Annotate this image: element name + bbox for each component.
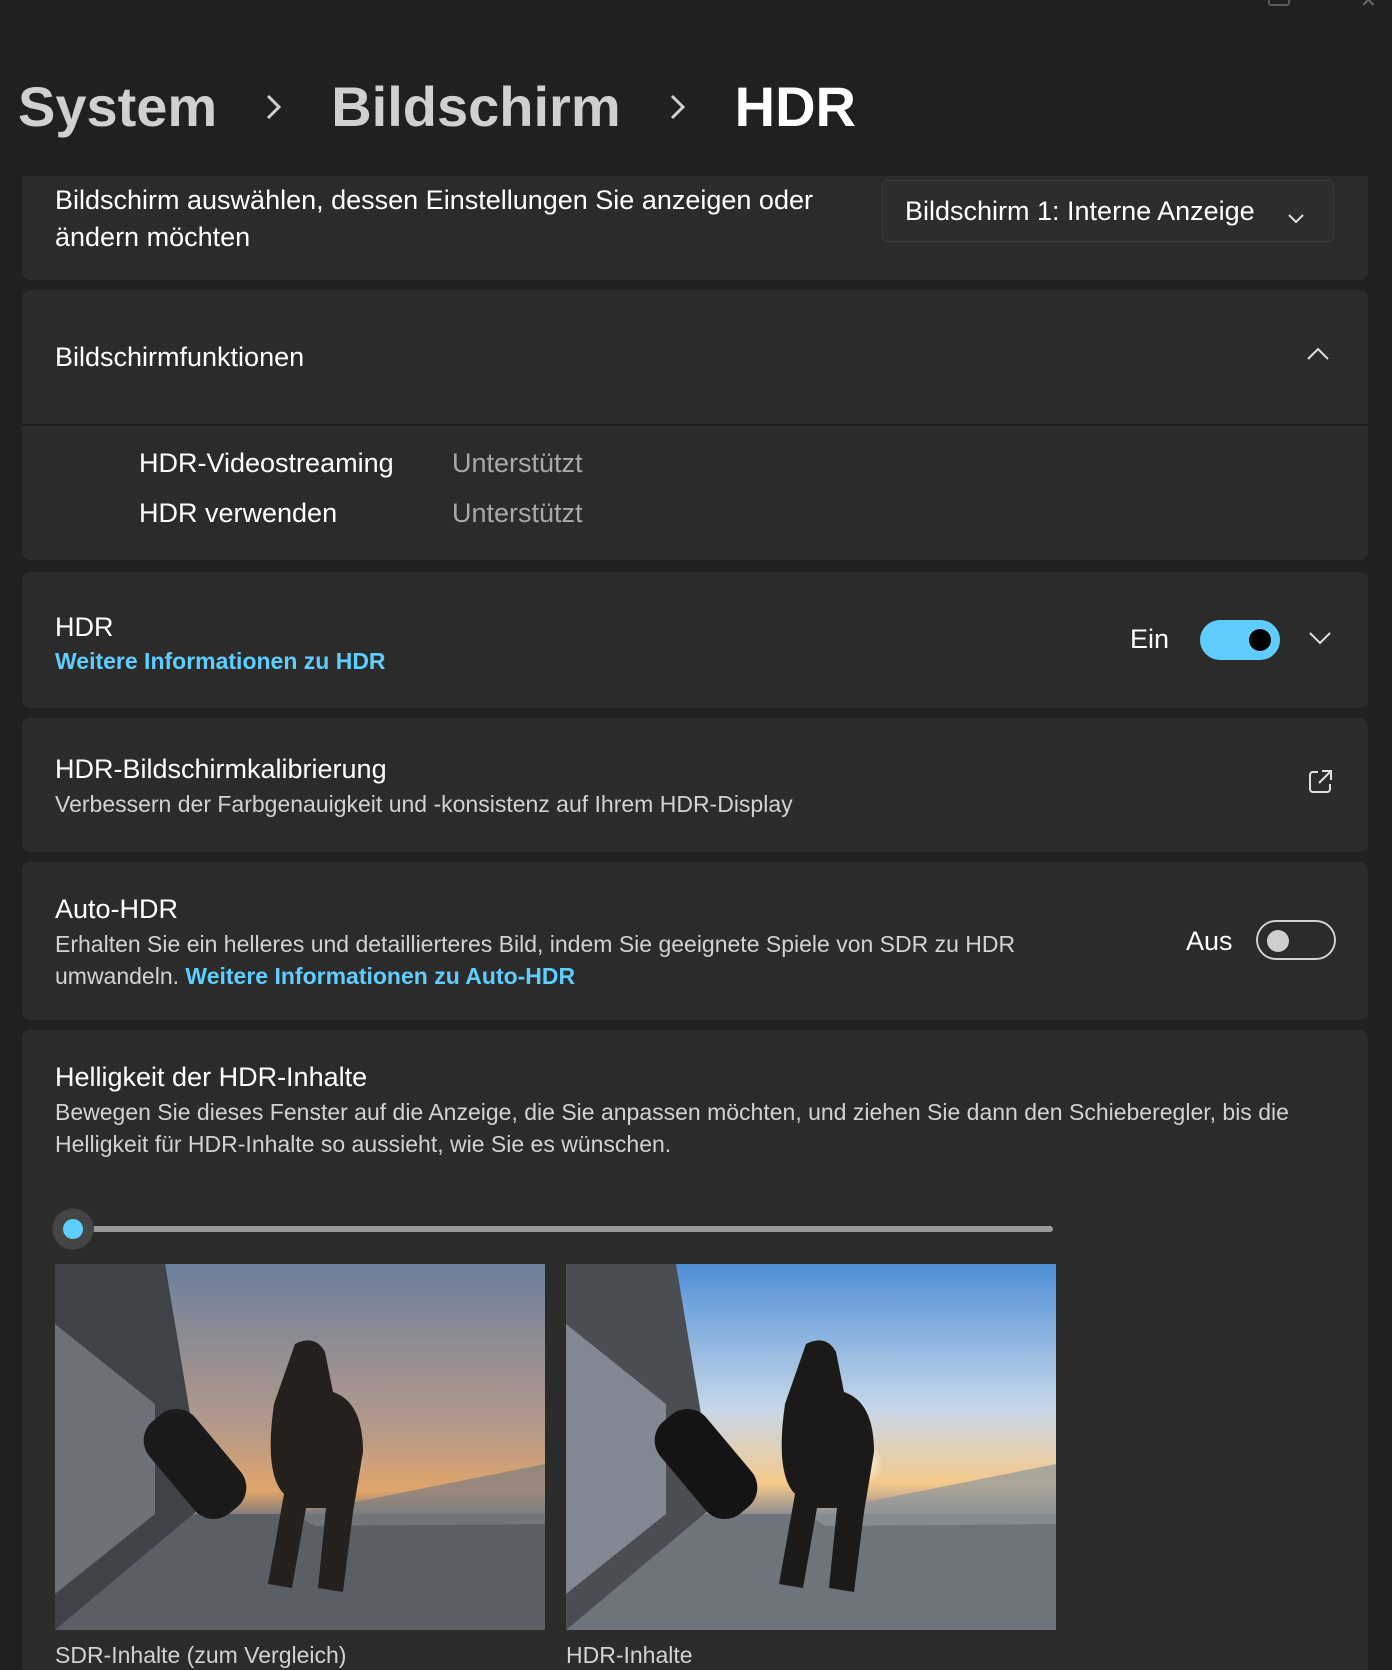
hdr-toggle[interactable]	[1200, 620, 1280, 660]
chevron-down-icon	[1287, 201, 1305, 232]
hdr-caption: HDR-Inhalte	[566, 1642, 693, 1668]
display-features-title: Bildschirmfunktionen	[55, 342, 305, 372]
page-title: HDR	[734, 75, 856, 138]
hdr-info-link[interactable]: Weitere Informationen zu HDR	[55, 648, 386, 675]
maximize-button[interactable]	[1268, 0, 1290, 6]
brightness-slider-thumb[interactable]	[53, 1209, 93, 1249]
sdr-preview-image	[55, 1264, 545, 1630]
hdr-preview-image	[566, 1264, 1056, 1630]
toggle-knob	[1249, 629, 1271, 651]
brightness-title: Helligkeit der HDR-Inhalte	[55, 1062, 368, 1092]
display-dropdown-value: Bildschirm 1: Interne Anzeige	[905, 195, 1255, 226]
calibration-title: HDR-Bildschirmkalibrierung	[55, 754, 387, 784]
display-features-card: Bildschirmfunktionen HDR-Videostreaming …	[22, 290, 1368, 560]
display-select-card: Bildschirm auswählen, dessen Einstellung…	[22, 176, 1368, 280]
auto-hdr-state-label: Aus	[1186, 926, 1233, 956]
hdr-card: HDR Weitere Informationen zu HDR Ein	[22, 572, 1368, 708]
auto-hdr-title: Auto-HDR	[55, 894, 179, 924]
hdr-state-label: Ein	[1130, 624, 1170, 654]
feature-name: HDR-Videostreaming	[139, 448, 394, 478]
display-select-label: Bildschirm auswählen, dessen Einstellung…	[55, 185, 813, 252]
chevron-right-icon	[253, 86, 295, 128]
sdr-caption: SDR-Inhalte (zum Vergleich)	[55, 1642, 347, 1668]
display-features-header[interactable]: Bildschirmfunktionen	[22, 290, 1368, 426]
breadcrumb: System Bildschirm HDR	[18, 74, 856, 139]
slider-thumb-inner	[63, 1219, 83, 1239]
auto-hdr-toggle[interactable]	[1256, 920, 1336, 960]
brightness-description: Bewegen Sie dieses Fenster auf die Anzei…	[55, 1099, 1289, 1157]
hdr-title: HDR	[55, 612, 114, 642]
breadcrumb-system[interactable]: System	[18, 74, 217, 139]
display-dropdown[interactable]: Bildschirm 1: Interne Anzeige	[882, 180, 1334, 242]
hdr-brightness-card: Helligkeit der HDR-Inhalte Bewegen Sie d…	[22, 1030, 1368, 1670]
chevron-down-icon[interactable]	[1308, 630, 1332, 651]
calibration-description: Verbessern der Farbgenauigkeit und -kons…	[55, 791, 793, 817]
chevron-right-icon	[657, 86, 699, 128]
auto-hdr-description: Erhalten Sie ein helleres und detaillier…	[55, 928, 1065, 992]
hdr-calibration-card[interactable]: HDR-Bildschirmkalibrierung Verbessern de…	[22, 718, 1368, 852]
brightness-slider-track[interactable]	[73, 1226, 1053, 1232]
toggle-knob	[1267, 930, 1289, 952]
auto-hdr-info-link[interactable]: Weitere Informationen zu Auto-HDR	[185, 963, 575, 989]
feature-value: Unterstützt	[452, 448, 583, 478]
external-link-icon[interactable]	[1306, 768, 1334, 801]
chevron-up-icon	[1306, 346, 1330, 367]
breadcrumb-bildschirm[interactable]: Bildschirm	[331, 74, 620, 139]
feature-name: HDR verwenden	[139, 498, 338, 528]
auto-hdr-card: Auto-HDR Erhalten Sie ein helleres und d…	[22, 862, 1368, 1020]
feature-value: Unterstützt	[452, 498, 583, 528]
